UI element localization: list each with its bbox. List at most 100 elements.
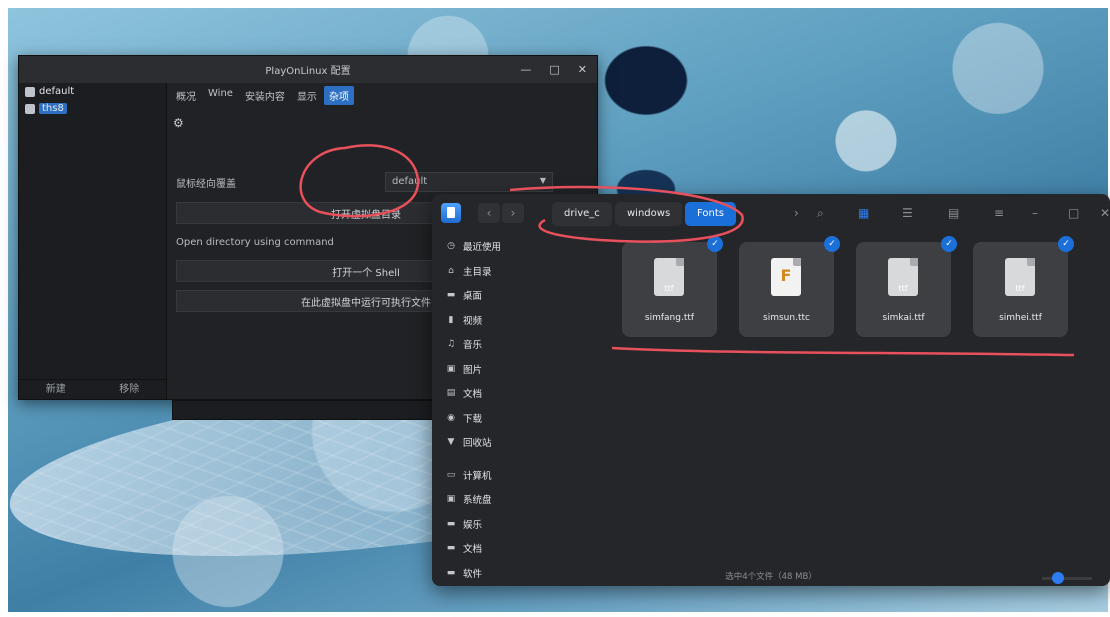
sidebar-item-computer[interactable]: ▭ 计算机 [432, 463, 562, 488]
minimize-icon[interactable]: – [1032, 206, 1038, 220]
open-dir-command-label: Open directory using command [176, 237, 334, 248]
disk-icon: ▬ [446, 518, 456, 529]
tab-installed[interactable]: 安装内容 [240, 86, 290, 105]
close-button[interactable]: ✕ [578, 63, 587, 76]
pol-bottom-strip [172, 400, 434, 420]
wine-prefix-icon [25, 86, 35, 97]
grid-view-icon[interactable]: ▦ [858, 206, 869, 220]
back-button[interactable]: ‹ [478, 203, 500, 223]
font-file-icon: F [771, 258, 801, 296]
list-view-icon[interactable]: ☰ [902, 206, 913, 220]
details-view-icon[interactable]: ▤ [948, 206, 959, 220]
sidebar-item-label: 文档 [463, 389, 483, 401]
search-icon[interactable]: ⌕ [817, 206, 824, 221]
file-manager-window: ‹ › drive_c windows Fonts › ⌕ ▦ ☰ ▤ ≡ – … [432, 194, 1110, 586]
sidebar-item-label: 视频 [463, 315, 483, 327]
breadcrumb-fonts[interactable]: Fonts [685, 202, 736, 226]
sidebar-item-label: 回收站 [463, 438, 492, 450]
close-icon[interactable]: ✕ [1100, 206, 1110, 220]
disk-icon: ▣ [446, 494, 456, 505]
ttf-file-icon: ttf [1005, 258, 1035, 296]
ttf-file-icon: ttf [654, 258, 684, 296]
sidebar-item-label: 桌面 [463, 291, 483, 303]
pol-window-title: PlayOnLinux 配置 [265, 66, 351, 77]
file-ext: ttf [1015, 284, 1025, 293]
status-bar-text: 选中4个文件（48 MB） [725, 572, 817, 582]
sidebar-item-desktop[interactable]: ▬ 桌面 [432, 283, 562, 308]
sidebar-item-label: 音乐 [463, 340, 483, 352]
trash-icon: ▼ [447, 437, 455, 448]
icon-size-slider[interactable] [1042, 572, 1092, 584]
pol-title-bar[interactable]: PlayOnLinux 配置 — □ ✕ [19, 56, 597, 83]
home-icon: ⌂ [448, 265, 454, 276]
sidebar-item-documents-disk[interactable]: ▬ 文档 [432, 536, 562, 561]
sidebar-item-videos[interactable]: ▮ 视频 [432, 308, 562, 333]
checkmark-icon[interactable]: ✓ [941, 236, 957, 252]
sidebar-item-entertainment-disk[interactable]: ▬ 娱乐 [432, 512, 562, 537]
music-icon: ♫ [446, 339, 456, 350]
breadcrumb-drive-c[interactable]: drive_c [552, 202, 612, 226]
sidebar-item-recent[interactable]: ◷ 最近使用 [432, 234, 562, 259]
wine-prefix-icon [25, 103, 35, 114]
document-icon: ▤ [446, 388, 456, 399]
file-name: simsun.ttc [763, 313, 810, 323]
prefix-label: ths8 [39, 103, 67, 114]
sidebar-item-home[interactable]: ⌂ 主目录 [432, 259, 562, 284]
file-ext: ttf [898, 284, 908, 293]
maximize-icon[interactable]: □ [1068, 206, 1079, 220]
tab-display[interactable]: 显示 [292, 86, 322, 105]
sidebar-item-label: 主目录 [463, 266, 492, 278]
tab-wine[interactable]: Wine [203, 86, 238, 105]
file-manager-app-icon [441, 203, 461, 223]
gear-icon: ⚙ [173, 116, 184, 130]
mouse-warp-label: 鼠标经向覆盖 [176, 179, 236, 190]
remove-prefix-button[interactable]: 移除 [93, 380, 167, 399]
checkmark-icon[interactable]: ✓ [824, 236, 840, 252]
minimize-button[interactable]: — [520, 63, 531, 76]
sidebar-item-system-disk[interactable]: ▣ 系统盘 [432, 487, 562, 512]
tab-misc[interactable]: 杂项 [323, 86, 354, 105]
file-item-simfang[interactable]: ttf simfang.ttf ✓ [622, 236, 723, 337]
ttf-file-icon: ttf [888, 258, 918, 296]
fm-sidebar: ◷ 最近使用 ⌂ 主目录 ▬ 桌面 ▮ 视频 ♫ 音乐 ▣ 图片 ▤ 文档 ◉ 下载 ▼ 回收站 … [432, 234, 562, 586]
sidebar-item-trash[interactable]: ▼ 回收站 [432, 430, 562, 455]
download-icon: ◉ [447, 412, 455, 423]
prefix-item-default[interactable]: default [19, 83, 166, 100]
prefix-list: default ths8 新建 移除 [19, 83, 167, 399]
sidebar-item-music[interactable]: ♫ 音乐 [432, 332, 562, 357]
desktop-icon: ▬ [446, 290, 456, 301]
file-name: simfang.ttf [644, 313, 695, 323]
chevron-down-icon: ▼ [539, 176, 546, 185]
file-name: simhei.ttf [999, 313, 1042, 323]
file-item-simkai[interactable]: ttf simkai.ttf ✓ [856, 236, 957, 337]
sidebar-item-label: 最近使用 [463, 242, 502, 254]
menu-icon[interactable]: ≡ [994, 206, 1004, 220]
mouse-warp-select[interactable]: default ▼ [385, 172, 553, 192]
sidebar-item-label: 图片 [463, 364, 483, 376]
maximize-button[interactable]: □ [549, 63, 559, 76]
file-item-simhei[interactable]: ttf simhei.ttf ✓ [973, 236, 1074, 337]
file-item-simsun[interactable]: F simsun.ttc ✓ [739, 236, 840, 337]
checkmark-icon[interactable]: ✓ [1058, 236, 1074, 252]
tab-overview[interactable]: 概况 [171, 86, 201, 105]
video-icon: ▮ [448, 314, 454, 325]
mouse-warp-value: default [392, 176, 428, 187]
chevron-right-icon[interactable]: › [794, 206, 799, 220]
file-ext: F [780, 266, 792, 285]
forward-button[interactable]: › [502, 203, 524, 223]
sidebar-item-label: 计算机 [463, 470, 492, 482]
breadcrumb-windows[interactable]: windows [615, 202, 683, 226]
prefix-label: default [39, 86, 75, 97]
sidebar-item-label: 下载 [463, 413, 483, 425]
sidebar-item-pictures[interactable]: ▣ 图片 [432, 357, 562, 382]
pol-tabs: 概况 Wine 安装内容 显示 杂项 [167, 83, 597, 108]
clock-icon: ◷ [447, 241, 455, 252]
prefix-item-ths8[interactable]: ths8 [19, 100, 166, 117]
new-prefix-button[interactable]: 新建 [19, 380, 93, 399]
computer-icon: ▭ [446, 469, 456, 480]
slider-handle[interactable] [1052, 572, 1064, 584]
sidebar-item-documents[interactable]: ▤ 文档 [432, 381, 562, 406]
sidebar-item-downloads[interactable]: ◉ 下载 [432, 406, 562, 431]
checkmark-icon[interactable]: ✓ [707, 236, 723, 252]
image-icon: ▣ [446, 363, 456, 374]
